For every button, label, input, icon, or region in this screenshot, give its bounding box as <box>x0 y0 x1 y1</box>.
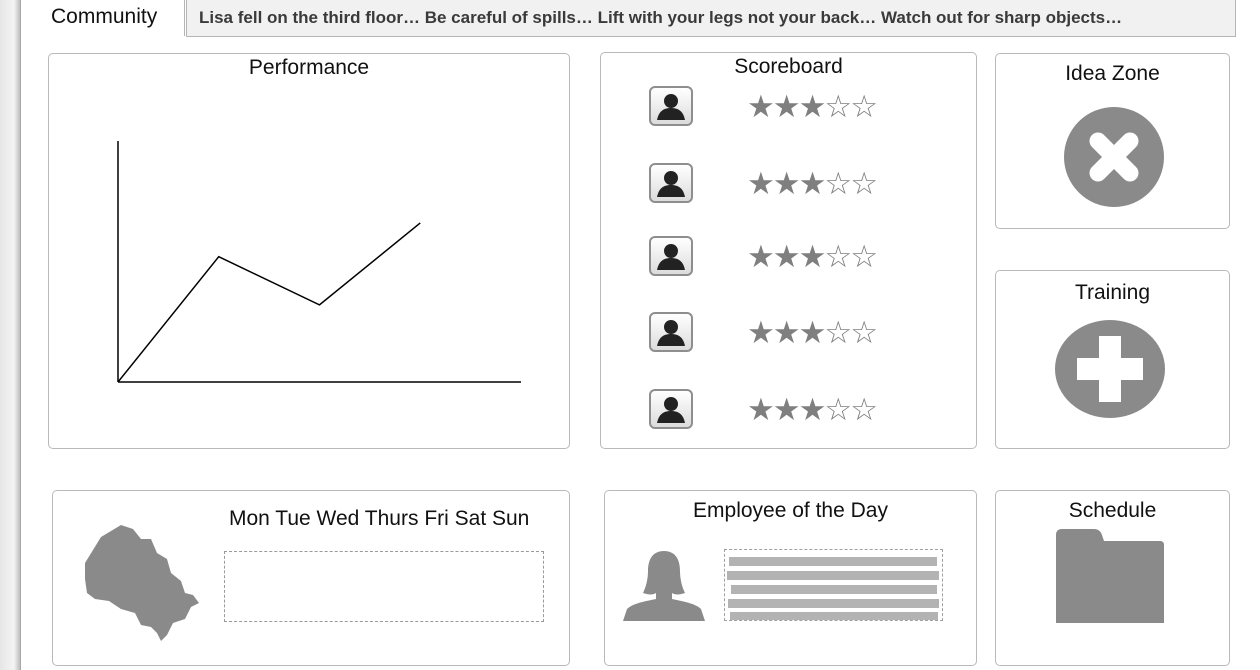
training-title: Training <box>1074 281 1151 304</box>
tab-community[interactable]: Community <box>21 0 185 36</box>
star-rating[interactable]: ★★★☆☆ <box>747 315 878 350</box>
close-circle-icon[interactable] <box>1063 106 1165 208</box>
employee-of-day-panel[interactable]: Employee of the Day <box>604 490 977 666</box>
scoreboard-avatar[interactable] <box>649 312 693 352</box>
idea-zone-title: Idea Zone <box>1065 62 1160 85</box>
star-rating[interactable]: ★★★☆☆ <box>747 89 878 124</box>
star-empty-icon: ☆ <box>850 315 878 350</box>
weekday-labels: Mon Tue Wed Thurs Fri Sat Sun <box>229 507 530 530</box>
star-filled-icon: ★ <box>798 89 827 124</box>
user-icon <box>657 320 685 346</box>
star-filled-icon: ★ <box>798 315 827 350</box>
user-icon <box>657 94 685 120</box>
star-filled-icon: ★ <box>772 166 801 201</box>
star-empty-icon: ☆ <box>824 166 852 201</box>
scoreboard-avatar[interactable] <box>649 86 693 126</box>
star-filled-icon: ★ <box>798 392 827 427</box>
star-filled-icon: ★ <box>747 315 775 350</box>
star-filled-icon: ★ <box>772 89 801 124</box>
star-filled-icon: ★ <box>772 239 801 274</box>
schedule-day-box[interactable] <box>224 551 544 622</box>
star-empty-icon: ☆ <box>850 239 878 274</box>
idea-zone-panel[interactable]: Idea Zone <box>995 53 1230 229</box>
star-rating[interactable]: ★★★☆☆ <box>747 392 878 427</box>
training-panel[interactable]: Training <box>995 270 1230 449</box>
performance-series-line <box>117 222 421 383</box>
star-rating[interactable]: ★★★☆☆ <box>747 166 878 201</box>
employee-bio-text-lines <box>727 557 939 620</box>
scoreboard-avatar[interactable] <box>649 163 693 203</box>
star-rating[interactable]: ★★★☆☆ <box>747 239 878 274</box>
person-silhouette-icon <box>623 551 705 621</box>
star-filled-icon: ★ <box>747 166 775 201</box>
schedule-title: Schedule <box>1068 499 1157 522</box>
schedule-panel[interactable]: Schedule <box>995 490 1230 666</box>
star-empty-icon: ☆ <box>824 89 852 124</box>
scoreboard-panel[interactable]: Scoreboard ★★★☆☆ ★★★☆☆ ★★★☆☆ ★★★☆☆ ★★★☆☆ <box>600 52 977 449</box>
window-frame <box>0 0 21 670</box>
star-filled-icon: ★ <box>772 315 801 350</box>
star-empty-icon: ☆ <box>824 239 852 274</box>
folder-icon[interactable] <box>1054 527 1166 625</box>
star-filled-icon: ★ <box>747 239 775 274</box>
performance-panel[interactable]: Performance <box>48 53 570 449</box>
scoreboard-avatar[interactable] <box>649 236 693 276</box>
user-icon <box>657 244 685 270</box>
performance-chart <box>117 141 521 383</box>
star-filled-icon: ★ <box>798 166 827 201</box>
star-empty-icon: ☆ <box>850 89 878 124</box>
ontario-map-icon <box>85 525 199 641</box>
star-empty-icon: ☆ <box>824 315 852 350</box>
news-ticker: Lisa fell on the third floor… Be careful… <box>186 0 1236 37</box>
scoreboard-title: Scoreboard <box>734 55 843 78</box>
star-empty-icon: ☆ <box>824 392 852 427</box>
calendar-panel[interactable]: Mon Tue Wed Thurs Fri Sat Sun <box>52 490 570 666</box>
star-filled-icon: ★ <box>772 392 801 427</box>
scoreboard-avatar[interactable] <box>649 389 693 429</box>
employee-of-day-title: Employee of the Day <box>693 499 888 522</box>
star-empty-icon: ☆ <box>850 166 878 201</box>
user-icon <box>657 397 685 423</box>
star-filled-icon: ★ <box>747 392 775 427</box>
plus-circle-icon[interactable] <box>1054 319 1166 419</box>
star-filled-icon: ★ <box>747 89 775 124</box>
star-empty-icon: ☆ <box>850 392 878 427</box>
employee-bio-box[interactable] <box>724 549 943 621</box>
user-icon <box>657 171 685 197</box>
star-filled-icon: ★ <box>798 239 827 274</box>
